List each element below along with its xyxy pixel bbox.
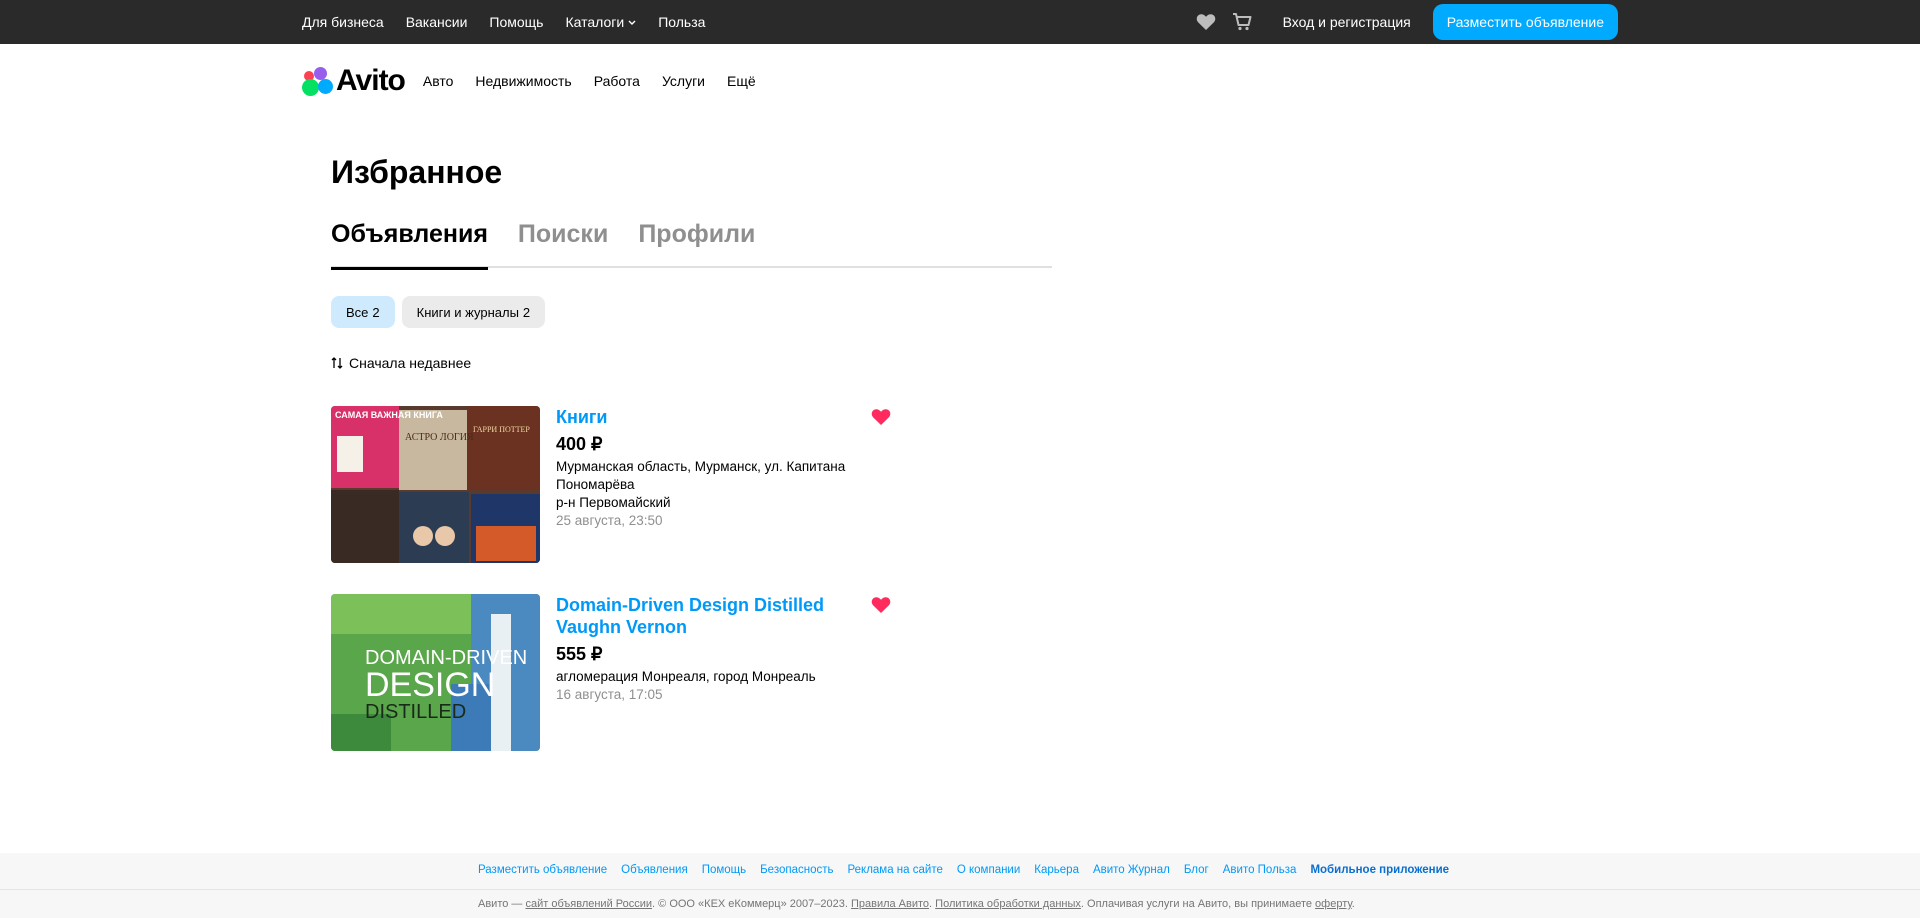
item-info: Domain-Driven Design Distilled Vaughn Ve… [556,594,886,704]
logo-text: Avito [336,64,406,97]
cart-icon[interactable] [1231,11,1253,33]
footer-links: Разместить объявление Объявления Помощь … [478,864,1449,876]
chip-all[interactable]: Все 2 [331,296,395,328]
item-photo[interactable]: САМАЯ ВАЖНАЯ КНИГА АСТРО ЛОГИЯ ГАРРИ ПОТ… [331,406,540,563]
item-address: агломерация Монреаля, город Монреаль [556,669,816,684]
top-bar: Для бизнеса Вакансии Помощь Каталоги Пол… [0,0,1920,44]
sort-icon [331,357,343,369]
item-info: Книги 400 ₽ Мурманская область, Мурманск… [556,406,886,530]
footer-link-ads[interactable]: Объявления [621,864,688,876]
nav-auto[interactable]: Авто [423,73,454,89]
photo-text: САМАЯ ВАЖНАЯ КНИГА [335,410,443,420]
nav-jobs[interactable]: Работа [594,73,640,89]
item-date: 16 августа, 17:05 [556,687,663,702]
avito-logo[interactable]: Avito [302,64,406,98]
footer-link-help[interactable]: Помощь [702,864,746,876]
footer-link-benefit[interactable]: Авито Польза [1223,864,1297,876]
chevron-down-icon [628,18,636,28]
top-actions: Вход и регистрация Разместить объявление [1195,0,1618,44]
footer-link-post-ad[interactable]: Разместить объявление [478,864,607,876]
legal-text: . Оплачивая услуги на Авито, вы принимае… [1080,898,1316,910]
item-price: 400 ₽ [556,434,603,454]
footer-link-career[interactable]: Карьера [1034,864,1079,876]
item-address: Мурманская область, Мурманск, ул. Капита… [556,459,846,492]
heart-icon[interactable] [1195,11,1217,33]
footer-link-security[interactable]: Безопасность [760,864,833,876]
favorites-tabs: Объявления Поиски Профили [331,220,1052,270]
legal-text: . [1351,898,1355,910]
chip-count: 2 [372,304,380,320]
item-district: р-н Первомайский [556,495,671,510]
favorite-item: САМАЯ ВАЖНАЯ КНИГА АСТРО ЛОГИЯ ГАРРИ ПОТ… [331,406,891,564]
top-link-business[interactable]: Для бизнеса [302,14,384,30]
top-link-vacancies[interactable]: Вакансии [406,14,468,30]
favorite-heart-icon[interactable] [871,596,891,619]
footer-divider [0,889,1920,890]
item-title[interactable]: Книги [556,406,886,428]
item-price: 555 ₽ [556,644,603,664]
legal-text: . © ООО «КЕХ еКоммерц» 2007–2023. [652,898,851,910]
top-link-catalogs[interactable]: Каталоги [565,14,636,30]
footer-link-advertising[interactable]: Реклама на сайте [847,864,942,876]
favorite-heart-icon[interactable] [871,408,891,431]
top-links: Для бизнеса Вакансии Помощь Каталоги Пол… [302,0,705,44]
favorite-item: DOMAIN-DRIVEN DESIGN DISTILLED Domain-Dr… [331,594,891,752]
photo-text: DESIGN [365,666,495,704]
legal-link-offer[interactable]: оферту [1315,898,1352,910]
footer-link-blog[interactable]: Блог [1184,864,1209,876]
sort-label: Сначала недавнее [349,355,472,371]
legal-text: Авито — [478,898,526,910]
page-title: Избранное [331,154,503,190]
site-header: Avito Авто Недвижимость Работа Услуги Ещ… [302,58,756,104]
photo-text: АСТРО ЛОГИЯ [405,432,474,443]
logo-dots-icon [302,66,334,96]
item-title[interactable]: Domain-Driven Design Distilled Vaughn Ve… [556,594,886,638]
footer-link-mobile-app[interactable]: Мобильное приложение [1310,864,1449,876]
item-date: 25 августа, 23:50 [556,513,663,528]
catalogs-label: Каталоги [565,14,625,30]
item-photo[interactable]: DOMAIN-DRIVEN DESIGN DISTILLED [331,594,540,751]
nav-more[interactable]: Ещё [727,73,756,89]
chip-books-magazines[interactable]: Книги и журналы 2 [401,296,546,328]
main-nav: Авто Недвижимость Работа Услуги Ещё [423,73,756,89]
nav-services[interactable]: Услуги [662,73,705,89]
sort-dropdown[interactable]: Сначала недавнее [331,355,471,371]
footer-link-about[interactable]: О компании [957,864,1020,876]
top-link-help[interactable]: Помощь [489,14,543,30]
tab-searches[interactable]: Поиски [518,220,608,268]
chip-label: Все [346,304,369,320]
post-ad-button[interactable]: Разместить объявление [1432,4,1618,40]
nav-realty[interactable]: Недвижимость [475,73,571,89]
tab-profiles[interactable]: Профили [638,220,755,268]
top-link-benefit[interactable]: Польза [658,14,705,30]
legal-link-privacy[interactable]: Политика обработки данных [935,898,1081,910]
legal-link-rules[interactable]: Правила Авито [851,898,929,910]
footer-legal: Авито — сайт объявлений России. © ООО «К… [478,898,1355,910]
footer-link-journal[interactable]: Авито Журнал [1093,864,1170,876]
photo-text: DISTILLED [365,701,466,723]
category-chips: Все 2 Книги и журналы 2 [331,296,546,328]
chip-count: 2 [522,304,531,320]
chip-label: Книги и журналы [416,304,519,320]
login-link[interactable]: Вход и регистрация [1283,14,1411,30]
site-footer: Разместить объявление Объявления Помощь … [0,853,1920,918]
photo-text: ГАРРИ ПОТТЕР [473,425,530,434]
tab-ads[interactable]: Объявления [331,220,488,270]
legal-link-site[interactable]: сайт объявлений России [525,898,652,910]
